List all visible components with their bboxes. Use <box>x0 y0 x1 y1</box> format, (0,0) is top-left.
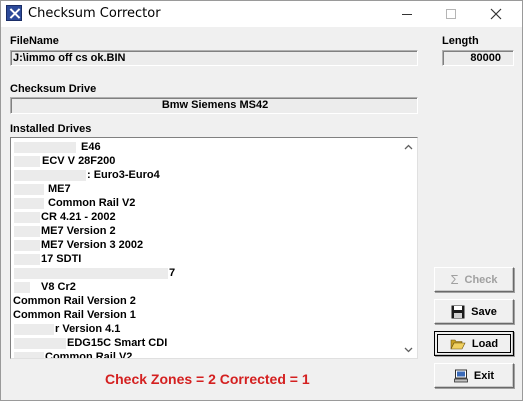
list-item[interactable]: ECV V 28F200 <box>42 154 115 168</box>
save-button[interactable]: Save <box>434 299 514 324</box>
title-bar: Checksum Corrector <box>1 1 522 27</box>
list-item[interactable]: E46 <box>81 140 101 154</box>
chevron-up-icon <box>404 144 413 149</box>
computer-exit-icon <box>454 369 468 382</box>
chevron-down-icon <box>404 347 413 352</box>
minimize-icon <box>402 13 412 15</box>
list-item[interactable]: ME7 Version 2 <box>41 224 116 238</box>
redacted-region <box>14 324 54 335</box>
list-item[interactable]: ME7 Version 3 2002 <box>41 238 143 252</box>
list-scrollbar[interactable] <box>400 138 417 358</box>
minimize-button[interactable] <box>384 1 430 27</box>
check-button[interactable]: Σ Check <box>434 267 514 292</box>
scroll-up-button[interactable] <box>400 138 417 155</box>
exit-button-label: Exit <box>473 369 495 382</box>
installed-drives-label: Installed Drives <box>10 123 92 135</box>
list-item[interactable]: Common Rail V2 <box>48 196 135 210</box>
close-icon <box>490 8 502 20</box>
scroll-down-button[interactable] <box>400 341 417 358</box>
redacted-region <box>14 170 86 181</box>
redacted-region <box>14 142 76 153</box>
maximize-icon <box>446 9 456 19</box>
list-item[interactable]: : Euro3-Euro4 <box>87 168 160 182</box>
length-label: Length <box>442 35 479 47</box>
check-button-label: Check <box>464 273 498 286</box>
filename-field: J:\immo off cs ok.BIN <box>10 50 418 66</box>
redacted-region <box>14 254 40 265</box>
list-item[interactable]: Common Rail Version 1 <box>13 308 136 322</box>
redacted-region <box>14 156 40 167</box>
app-icon <box>6 5 22 21</box>
list-item[interactable]: V8 Cr2 <box>41 280 76 294</box>
redacted-region <box>14 282 30 293</box>
floppy-disk-icon <box>451 305 465 318</box>
redacted-region <box>14 226 40 237</box>
redacted-region <box>14 198 44 209</box>
load-button[interactable]: Load <box>434 331 514 356</box>
list-item[interactable]: 17 SDTI <box>41 252 81 266</box>
maximize-button[interactable] <box>428 1 474 27</box>
redacted-region <box>14 268 168 279</box>
list-item[interactable]: r Version 4.1 <box>55 322 120 336</box>
list-item[interactable]: 7 <box>169 266 175 280</box>
redacted-region <box>14 212 40 223</box>
list-item[interactable]: Common Rail V2 <box>45 350 132 358</box>
window-title: Checksum Corrector <box>28 6 161 21</box>
open-folder-icon <box>450 339 466 349</box>
sigma-icon: Σ <box>450 272 459 287</box>
redacted-region <box>14 240 40 251</box>
redacted-region <box>14 338 66 349</box>
save-button-label: Save <box>471 305 497 318</box>
checksum-drive-field: Bmw Siemens MS42 <box>10 97 418 114</box>
redacted-region <box>14 352 44 358</box>
load-button-label: Load <box>471 337 499 350</box>
status-message: Check Zones = 2 Corrected = 1 <box>105 371 310 387</box>
redacted-region <box>14 184 44 195</box>
exit-button[interactable]: Exit <box>434 363 514 388</box>
checksum-drive-label: Checksum Drive <box>10 83 97 95</box>
list-item[interactable]: ME7 <box>48 182 71 196</box>
filename-label: FileName <box>10 35 59 47</box>
installed-drives-list[interactable]: E46 ECV V 28F200 : Euro3-Euro4 ME7 Commo… <box>10 137 418 359</box>
length-field: 80000 <box>442 50 514 66</box>
close-button[interactable] <box>473 1 519 27</box>
list-item[interactable]: CR 4.21 - 2002 <box>41 210 116 224</box>
list-item[interactable]: Common Rail Version 2 <box>13 294 136 308</box>
list-item[interactable]: EDG15C Smart CDI <box>67 336 167 350</box>
